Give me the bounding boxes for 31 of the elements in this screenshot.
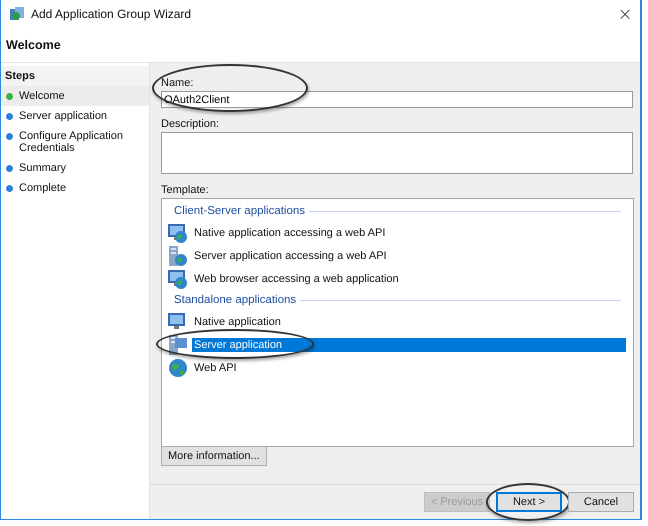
template-item[interactable]: Web API	[192, 360, 239, 374]
step-item: Configure Application Credentials	[1, 126, 149, 158]
step-item: Server application	[1, 106, 149, 126]
group-heading: Standalone applications	[174, 294, 296, 306]
description-label: Description:	[161, 118, 220, 130]
monitor-icon	[167, 222, 189, 244]
name-label: Name:	[161, 77, 194, 89]
more-information-button[interactable]: More information...	[161, 446, 267, 466]
server-icon	[167, 244, 189, 266]
globe-icon	[167, 356, 189, 378]
template-item[interactable]: Web browser accessing a web application	[192, 272, 401, 286]
description-field[interactable]	[161, 132, 633, 174]
steps-heading: Steps	[1, 66, 149, 86]
step-item: Summary	[1, 158, 149, 178]
template-item[interactable]: Server application	[192, 338, 626, 352]
template-item[interactable]: Native application accessing a web API	[192, 226, 388, 240]
step-item: Welcome	[1, 86, 149, 106]
template-item[interactable]: Native application	[192, 314, 283, 328]
name-field[interactable]: OAuth2Client	[161, 91, 633, 108]
app-icon	[9, 6, 25, 22]
close-button[interactable]: ×	[610, 1, 640, 27]
server-icon	[167, 334, 189, 356]
template-label: Template:	[161, 184, 209, 196]
window-title: Add Application Group Wizard	[31, 7, 192, 21]
template-item[interactable]: Server application accessing a web API	[192, 248, 389, 262]
step-item: Complete	[1, 178, 149, 198]
page-title: Welcome	[6, 38, 61, 52]
wizard-button[interactable]: Next >	[496, 492, 562, 512]
group-heading: Client-Server applications	[174, 205, 306, 217]
wizard-button[interactable]: Cancel	[568, 492, 634, 512]
monitor-icon	[167, 268, 189, 290]
